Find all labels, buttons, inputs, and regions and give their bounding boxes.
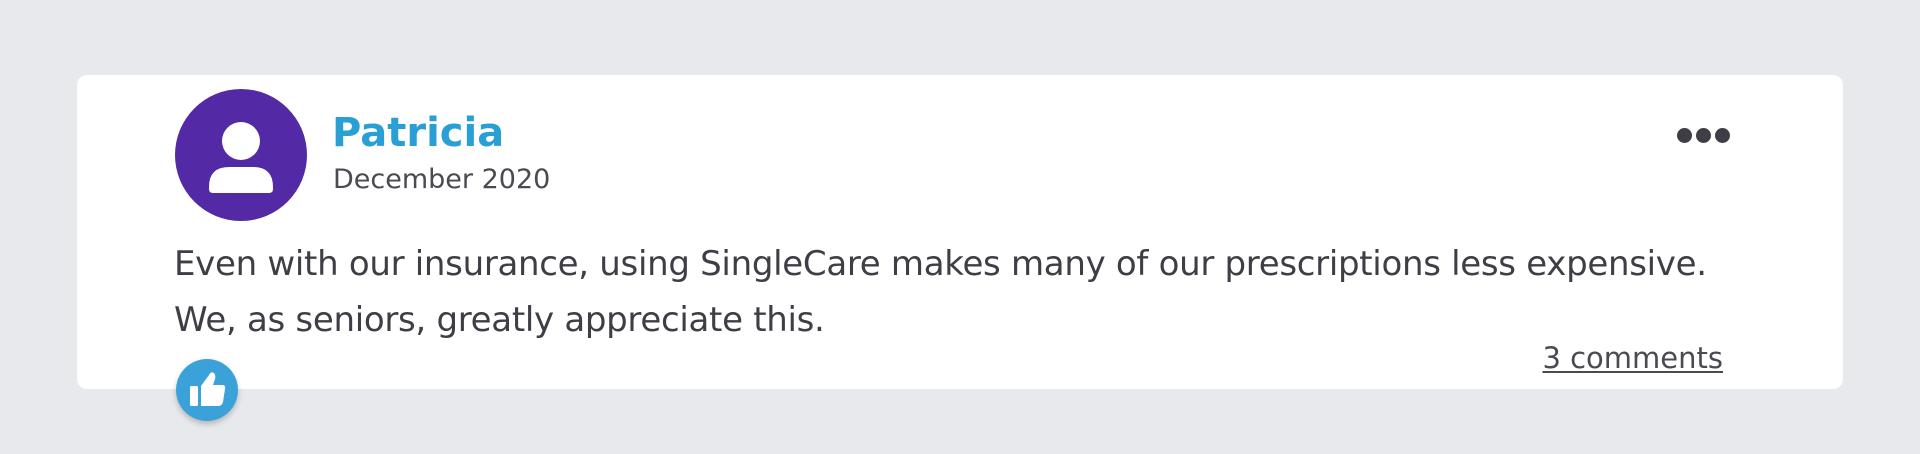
review-card: Patricia December 2020 Even with our ins… — [77, 75, 1843, 389]
comments-link[interactable]: 3 comments — [1542, 340, 1723, 376]
user-icon — [209, 122, 273, 193]
review-text: Even with our insurance, using SingleCar… — [174, 244, 1707, 340]
more-options-button[interactable] — [1667, 115, 1739, 155]
more-dots-icon — [1695, 127, 1711, 143]
more-dots-icon — [1714, 127, 1730, 143]
author-name: Patricia — [332, 110, 505, 156]
more-dots-icon — [1676, 127, 1692, 143]
review-date: December 2020 — [333, 164, 551, 195]
thumbs-up-icon — [190, 372, 226, 406]
like-button[interactable] — [176, 359, 238, 421]
avatar — [175, 89, 307, 221]
